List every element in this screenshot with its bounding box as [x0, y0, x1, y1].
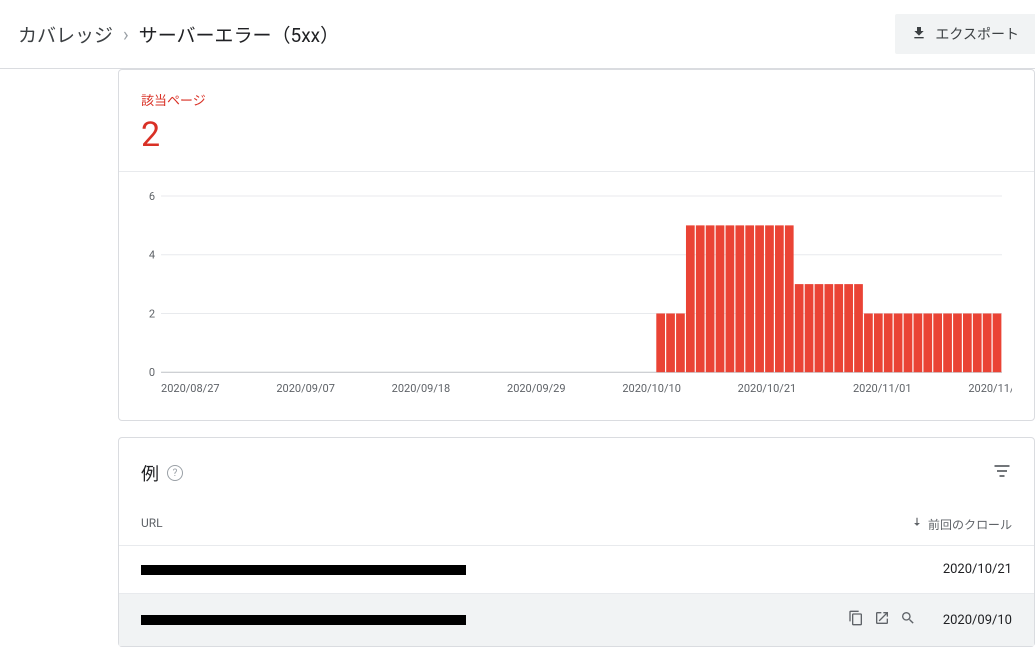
table-header: URL 前回のクロール [119, 504, 1034, 545]
svg-text:0: 0 [149, 366, 155, 379]
svg-text:6: 6 [149, 190, 155, 203]
svg-text:2: 2 [149, 307, 155, 320]
chart: 0 2 4 6 2020/08/27 2020/09/07 2020/09/18 2020/0… [119, 172, 1034, 420]
chart-card: 該当ページ 2 0 2 4 6 2020/08/27 2020/09/07 2020/09/… [118, 69, 1035, 421]
url-cell [141, 615, 466, 625]
bar-chart: 0 2 4 6 2020/08/27 2020/09/07 2020/09/18 2020/0… [141, 188, 1012, 398]
chevron-right-icon: › [123, 23, 129, 46]
row-actions [848, 610, 916, 630]
breadcrumb: カバレッジ › サーバーエラー（5xx） [18, 21, 339, 48]
summary-value: 2 [141, 115, 1012, 155]
download-icon [911, 25, 927, 44]
breadcrumb-current: サーバーエラー（5xx） [139, 21, 339, 48]
table-row[interactable]: 2020/09/10 [119, 593, 1034, 646]
svg-text:2020/08/27: 2020/08/27 [161, 382, 220, 395]
svg-text:2020/10/21: 2020/10/21 [738, 382, 797, 395]
row-date: 2020/09/10 [932, 613, 1012, 628]
svg-text:4: 4 [149, 249, 155, 262]
examples-title: 例 [141, 460, 159, 486]
row-date: 2020/10/21 [932, 562, 1012, 577]
svg-text:2020/10/10: 2020/10/10 [622, 382, 681, 395]
table-row[interactable]: 2020/10/21 [119, 545, 1034, 593]
breadcrumb-root[interactable]: カバレッジ [18, 21, 113, 48]
svg-text:2020/11/01: 2020/11/01 [853, 382, 912, 395]
search-icon[interactable] [900, 610, 916, 630]
export-label: エクスポート [935, 24, 1019, 44]
help-icon[interactable]: ? [167, 465, 183, 481]
svg-text:2020/11/12: 2020/11/12 [968, 382, 1012, 395]
svg-text:2020/09/29: 2020/09/29 [507, 382, 566, 395]
svg-text:2020/09/18: 2020/09/18 [392, 382, 451, 395]
examples-card: 例 ? URL 前回のクロール 2020/10/21 2020/09/10 [118, 437, 1035, 647]
url-cell [141, 565, 466, 575]
summary-label: 該当ページ [141, 90, 1012, 109]
svg-text:2020/09/07: 2020/09/07 [276, 382, 335, 395]
filter-icon[interactable] [992, 461, 1012, 485]
open-new-icon[interactable] [874, 610, 890, 630]
column-last-crawl[interactable]: 前回のクロール [910, 516, 1012, 533]
copy-icon[interactable] [848, 610, 864, 630]
export-button[interactable]: エクスポート [895, 14, 1035, 54]
column-url[interactable]: URL [141, 516, 163, 533]
sort-down-icon [910, 516, 924, 533]
